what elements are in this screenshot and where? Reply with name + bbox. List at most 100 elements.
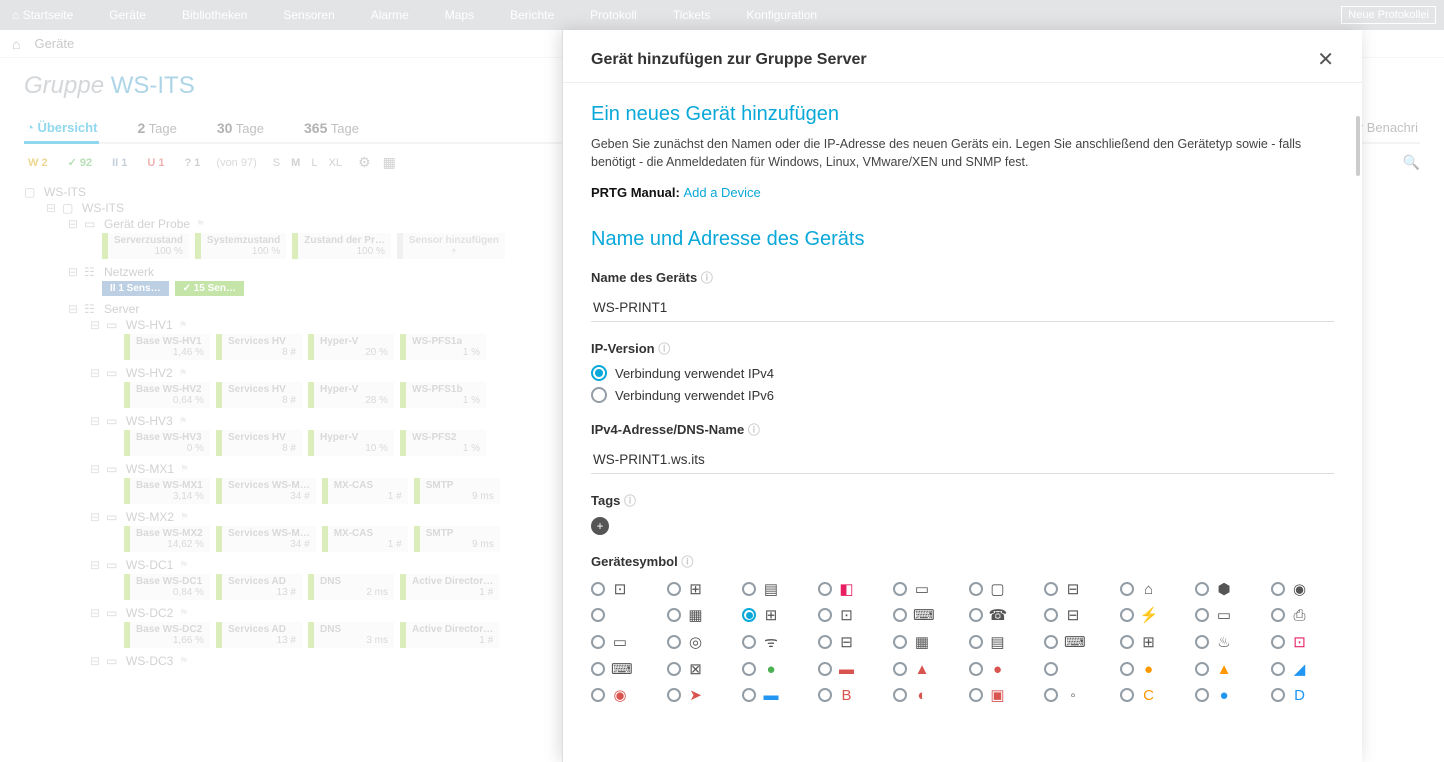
tree-host[interactable]: WS-MX2 — [126, 510, 174, 524]
sensor-item[interactable]: Hyper-V10 % — [308, 430, 394, 456]
badge-warn[interactable]: W 2 — [24, 156, 52, 170]
device-icon-option[interactable]: ⌨ — [1044, 632, 1108, 652]
device-icon-option[interactable]: ⊞ — [667, 580, 731, 598]
tree-host[interactable]: WS-DC3 — [126, 654, 173, 668]
device-icon-option[interactable]: ⊟ — [1044, 580, 1108, 598]
sensor-item[interactable]: Sensor hinzufügen+ — [397, 233, 505, 259]
nav-config[interactable]: Konfiguration — [742, 8, 821, 22]
sensor-item[interactable]: Services WS-M…34 # — [216, 526, 316, 552]
device-icon-option[interactable]: ⊟ — [1044, 606, 1108, 624]
crumb-devices[interactable]: Geräte — [34, 36, 74, 51]
sensor-item[interactable]: SMTP9 ms — [414, 478, 500, 504]
nav-home[interactable]: Startseite — [8, 8, 77, 22]
nav-tickets[interactable]: Tickets — [669, 8, 715, 22]
nav-libraries[interactable]: Bibliotheken — [178, 8, 251, 22]
device-icon-option[interactable] — [1044, 660, 1108, 678]
device-icon-option[interactable]: ◐ — [893, 686, 957, 704]
device-icon-option[interactable]: ⌨ — [893, 606, 957, 624]
sensor-item[interactable]: Base WS-HV30 % — [124, 430, 210, 456]
size-xl[interactable]: XL — [329, 157, 342, 169]
search-icon[interactable] — [1403, 154, 1420, 171]
device-icon-option[interactable]: ⌂ — [1120, 580, 1184, 598]
info-icon[interactable]: ⓘ — [658, 342, 670, 356]
info-icon[interactable]: ⓘ — [624, 494, 636, 508]
toggle-icon[interactable]: ⊟ — [46, 201, 56, 215]
sensor-item[interactable]: Hyper-V20 % — [308, 334, 394, 360]
sensor-item[interactable]: WS-PFS1a1 % — [400, 334, 486, 360]
badge-down[interactable]: U 1 — [143, 156, 168, 170]
close-icon[interactable]: ✕ — [1317, 50, 1334, 70]
nav-reports[interactable]: Berichte — [506, 8, 558, 22]
device-icon-option[interactable]: ⌨ — [591, 660, 655, 678]
device-icon-option[interactable]: ⊡ — [818, 606, 882, 624]
sensor-item[interactable]: Base WS-HV11,46 % — [124, 334, 210, 360]
device-icon-option[interactable]: B — [818, 686, 882, 704]
nav-alarms[interactable]: Alarme — [367, 8, 413, 22]
device-icon-option[interactable]: ⊞ — [1120, 632, 1184, 652]
device-icon-option[interactable]: ⊟ — [818, 632, 882, 652]
info-icon[interactable]: ⓘ — [681, 555, 693, 569]
nav-maps[interactable]: Maps — [441, 8, 478, 22]
gear-icon[interactable] — [358, 154, 371, 171]
nav-protocol[interactable]: Protokoll — [586, 8, 641, 22]
sensor-item[interactable]: MX-CAS1 # — [322, 478, 408, 504]
sensor-item[interactable]: DNS2 ms — [308, 574, 394, 600]
sensor-item[interactable]: Systemzustand100 % — [195, 233, 286, 259]
grid-icon[interactable] — [383, 154, 396, 171]
device-icon-option[interactable]: ▬ — [742, 686, 806, 704]
device-icon-option[interactable]: ⚡ — [1120, 606, 1184, 624]
device-icon-option[interactable]: ▦ — [667, 606, 731, 624]
sensor-item[interactable]: DNS3 ms — [308, 622, 394, 648]
add-tag-button[interactable]: + — [591, 517, 609, 535]
size-l[interactable]: L — [311, 157, 317, 169]
tree-host[interactable]: WS-HV3 — [126, 414, 173, 428]
device-icon-option[interactable]: ◉ — [1271, 580, 1335, 598]
device-icon-option[interactable]: ▢ — [969, 580, 1033, 598]
sensor-item[interactable]: Base WS-HV20,64 % — [124, 382, 210, 408]
device-icon-option[interactable]: ● — [1120, 660, 1184, 678]
device-icon-option[interactable]: ▤ — [969, 632, 1033, 652]
device-icon-option[interactable]: ➤ — [667, 686, 731, 704]
device-icon-option[interactable]: ▦ — [893, 632, 957, 652]
device-name-input[interactable] — [591, 294, 1334, 322]
device-icon-option[interactable]: ▣ — [969, 686, 1033, 704]
device-icon-option[interactable]: ᯤ — [742, 632, 806, 652]
device-icon-option[interactable] — [591, 606, 655, 624]
device-icon-option[interactable]: ▲ — [1195, 660, 1259, 678]
sensor-item[interactable]: Base WS-MX13,14 % — [124, 478, 210, 504]
tree-host[interactable]: WS-HV2 — [126, 366, 173, 380]
manual-link[interactable]: PRTG Manual: Add a Device — [591, 185, 1334, 200]
device-icon-option[interactable]: ◎ — [667, 632, 731, 652]
sensor-item[interactable]: Active Director…1 # — [400, 574, 499, 600]
sensor-item[interactable]: MX-CAS1 # — [322, 526, 408, 552]
device-icon-option[interactable]: ● — [742, 660, 806, 678]
device-icon-option[interactable]: ◦ — [1044, 686, 1108, 704]
device-icon-option[interactable]: D — [1271, 686, 1335, 704]
device-icon-option[interactable]: ● — [969, 660, 1033, 678]
device-icon-option[interactable]: ☎ — [969, 606, 1033, 624]
nav-sensors[interactable]: Sensoren — [279, 8, 338, 22]
sensor-item[interactable]: SMTP9 ms — [414, 526, 500, 552]
size-s[interactable]: S — [273, 157, 280, 169]
sensor-item[interactable]: WS-PFS1b1 % — [400, 382, 486, 408]
sensor-item[interactable]: Services HV8 # — [216, 430, 302, 456]
sensor-item[interactable]: Base WS-MX214,62 % — [124, 526, 210, 552]
device-icon-option[interactable]: ◧ — [818, 580, 882, 598]
sensor-item[interactable]: Base WS-DC10,84 % — [124, 574, 210, 600]
device-icon-option[interactable]: ▤ — [742, 580, 806, 598]
device-icon-option[interactable]: ⊡ — [1271, 632, 1335, 652]
home-icon[interactable] — [12, 36, 20, 52]
device-icon-option[interactable]: ▭ — [1195, 606, 1259, 624]
badge-unknown[interactable]: ? 1 — [181, 156, 205, 170]
sensor-item[interactable]: Services HV8 # — [216, 334, 302, 360]
sensor-item[interactable]: Services WS-M…34 # — [216, 478, 316, 504]
device-icon-option[interactable]: ◢ — [1271, 660, 1335, 678]
info-icon[interactable]: ⓘ — [701, 271, 713, 285]
net-paused-badge[interactable]: II 1 Sens… — [102, 281, 169, 296]
tree-host[interactable]: WS-MX1 — [126, 462, 174, 476]
new-protocol-button[interactable]: Neue Protokollei — [1341, 6, 1436, 24]
sensor-item[interactable]: Active Director…1 # — [400, 622, 499, 648]
sensor-item[interactable]: Services AD13 # — [216, 574, 302, 600]
device-icon-option[interactable]: ▲ — [893, 660, 957, 678]
sensor-item[interactable]: Base WS-DC21,66 % — [124, 622, 210, 648]
